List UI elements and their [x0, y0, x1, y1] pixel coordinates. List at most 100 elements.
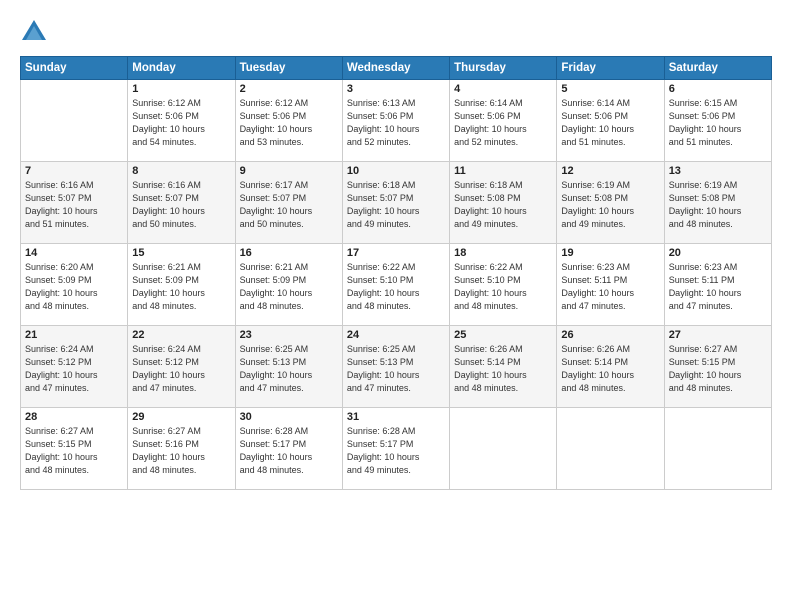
day-cell: 13 Sunrise: 6:19 AM Sunset: 5:08 PM Dayli… — [664, 162, 771, 244]
day-info: Sunrise: 6:23 AM Sunset: 5:11 PM Dayligh… — [561, 261, 659, 313]
day-info: Sunrise: 6:16 AM Sunset: 5:07 PM Dayligh… — [25, 179, 123, 231]
day-number: 1 — [132, 83, 230, 95]
day-info: Sunrise: 6:25 AM Sunset: 5:13 PM Dayligh… — [347, 343, 445, 395]
day-info: Sunrise: 6:22 AM Sunset: 5:10 PM Dayligh… — [347, 261, 445, 313]
day-info: Sunrise: 6:20 AM Sunset: 5:09 PM Dayligh… — [25, 261, 123, 313]
day-info: Sunrise: 6:27 AM Sunset: 5:16 PM Dayligh… — [132, 425, 230, 477]
day-number: 21 — [25, 329, 123, 341]
day-number: 19 — [561, 247, 659, 259]
col-header-monday: Monday — [128, 57, 235, 80]
day-info: Sunrise: 6:22 AM Sunset: 5:10 PM Dayligh… — [454, 261, 552, 313]
day-number: 12 — [561, 165, 659, 177]
day-info: Sunrise: 6:19 AM Sunset: 5:08 PM Dayligh… — [561, 179, 659, 231]
col-header-friday: Friday — [557, 57, 664, 80]
day-cell — [21, 80, 128, 162]
day-number: 23 — [240, 329, 338, 341]
day-cell — [450, 408, 557, 490]
day-number: 27 — [669, 329, 767, 341]
day-cell: 7 Sunrise: 6:16 AM Sunset: 5:07 PM Daylig… — [21, 162, 128, 244]
day-cell: 16 Sunrise: 6:21 AM Sunset: 5:09 PM Dayli… — [235, 244, 342, 326]
day-cell: 2Sunrise: 6:12 AM Sunset: 5:06 PM Daylig… — [235, 80, 342, 162]
day-cell: 4 Sunrise: 6:14 AM Sunset: 5:06 PM Daylig… — [450, 80, 557, 162]
header-row: SundayMondayTuesdayWednesdayThursdayFrid… — [21, 57, 772, 80]
day-cell: 27 Sunrise: 6:27 AM Sunset: 5:15 PM Dayli… — [664, 326, 771, 408]
day-info: Sunrise: 6:12 AM Sunset: 5:06 PM Dayligh… — [132, 97, 230, 149]
day-number: 10 — [347, 165, 445, 177]
day-number: 8 — [132, 165, 230, 177]
day-info: Sunrise: 6:15 AM Sunset: 5:06 PM Dayligh… — [669, 97, 767, 149]
day-info: Sunrise: 6:21 AM Sunset: 5:09 PM Dayligh… — [132, 261, 230, 313]
day-cell — [557, 408, 664, 490]
day-number: 4 — [454, 83, 552, 95]
day-cell: 31 Sunrise: 6:28 AM Sunset: 5:17 PM Dayli… — [342, 408, 449, 490]
day-info: Sunrise: 6:17 AM Sunset: 5:07 PM Dayligh… — [240, 179, 338, 231]
header — [20, 18, 772, 46]
week-row-1: 1 Sunrise: 6:12 AM Sunset: 5:06 PM Daylig… — [21, 80, 772, 162]
week-row-5: 28 Sunrise: 6:27 AM Sunset: 5:15 PM Dayli… — [21, 408, 772, 490]
calendar-page: SundayMondayTuesdayWednesdayThursdayFrid… — [0, 0, 792, 612]
day-cell: 24 Sunrise: 6:25 AM Sunset: 5:13 PM Dayli… — [342, 326, 449, 408]
col-header-saturday: Saturday — [664, 57, 771, 80]
day-info: Sunrise: 6:13 AM Sunset: 5:06 PM Dayligh… — [347, 97, 445, 149]
day-number: 9 — [240, 165, 338, 177]
day-cell: 11Sunrise: 6:18 AM Sunset: 5:08 PM Dayli… — [450, 162, 557, 244]
day-number: 20 — [669, 247, 767, 259]
day-cell: 22 Sunrise: 6:24 AM Sunset: 5:12 PM Dayli… — [128, 326, 235, 408]
day-cell — [664, 408, 771, 490]
day-number: 30 — [240, 411, 338, 423]
day-cell: 28 Sunrise: 6:27 AM Sunset: 5:15 PM Dayli… — [21, 408, 128, 490]
day-cell: 3 Sunrise: 6:13 AM Sunset: 5:06 PM Daylig… — [342, 80, 449, 162]
day-number: 7 — [25, 165, 123, 177]
calendar-table: SundayMondayTuesdayWednesdayThursdayFrid… — [20, 56, 772, 490]
day-info: Sunrise: 6:27 AM Sunset: 5:15 PM Dayligh… — [669, 343, 767, 395]
day-cell: 6 Sunrise: 6:15 AM Sunset: 5:06 PM Daylig… — [664, 80, 771, 162]
day-info: Sunrise: 6:24 AM Sunset: 5:12 PM Dayligh… — [132, 343, 230, 395]
day-cell: 19 Sunrise: 6:23 AM Sunset: 5:11 PM Dayli… — [557, 244, 664, 326]
day-number: 14 — [25, 247, 123, 259]
day-cell: 18Sunrise: 6:22 AM Sunset: 5:10 PM Dayli… — [450, 244, 557, 326]
day-info: Sunrise: 6:12 AM Sunset: 5:06 PM Dayligh… — [240, 97, 338, 149]
col-header-sunday: Sunday — [21, 57, 128, 80]
day-cell: 26 Sunrise: 6:26 AM Sunset: 5:14 PM Dayli… — [557, 326, 664, 408]
day-info: Sunrise: 6:18 AM Sunset: 5:08 PM Dayligh… — [454, 179, 552, 231]
day-cell: 8 Sunrise: 6:16 AM Sunset: 5:07 PM Daylig… — [128, 162, 235, 244]
day-info: Sunrise: 6:27 AM Sunset: 5:15 PM Dayligh… — [25, 425, 123, 477]
day-number: 24 — [347, 329, 445, 341]
day-info: Sunrise: 6:28 AM Sunset: 5:17 PM Dayligh… — [347, 425, 445, 477]
day-info: Sunrise: 6:19 AM Sunset: 5:08 PM Dayligh… — [669, 179, 767, 231]
week-row-2: 7 Sunrise: 6:16 AM Sunset: 5:07 PM Daylig… — [21, 162, 772, 244]
day-cell: 17Sunrise: 6:22 AM Sunset: 5:10 PM Dayli… — [342, 244, 449, 326]
day-cell: 9 Sunrise: 6:17 AM Sunset: 5:07 PM Daylig… — [235, 162, 342, 244]
logo-icon — [20, 18, 48, 46]
day-number: 25 — [454, 329, 552, 341]
day-number: 28 — [25, 411, 123, 423]
day-cell: 5Sunrise: 6:14 AM Sunset: 5:06 PM Daylig… — [557, 80, 664, 162]
day-cell: 15Sunrise: 6:21 AM Sunset: 5:09 PM Dayli… — [128, 244, 235, 326]
day-info: Sunrise: 6:26 AM Sunset: 5:14 PM Dayligh… — [454, 343, 552, 395]
day-cell: 1 Sunrise: 6:12 AM Sunset: 5:06 PM Daylig… — [128, 80, 235, 162]
logo — [20, 18, 52, 46]
day-number: 31 — [347, 411, 445, 423]
day-number: 3 — [347, 83, 445, 95]
day-number: 6 — [669, 83, 767, 95]
day-info: Sunrise: 6:14 AM Sunset: 5:06 PM Dayligh… — [454, 97, 552, 149]
day-info: Sunrise: 6:26 AM Sunset: 5:14 PM Dayligh… — [561, 343, 659, 395]
day-number: 29 — [132, 411, 230, 423]
day-number: 5 — [561, 83, 659, 95]
day-cell: 21 Sunrise: 6:24 AM Sunset: 5:12 PM Dayli… — [21, 326, 128, 408]
week-row-4: 21 Sunrise: 6:24 AM Sunset: 5:12 PM Dayli… — [21, 326, 772, 408]
day-number: 13 — [669, 165, 767, 177]
day-info: Sunrise: 6:16 AM Sunset: 5:07 PM Dayligh… — [132, 179, 230, 231]
day-info: Sunrise: 6:28 AM Sunset: 5:17 PM Dayligh… — [240, 425, 338, 477]
day-info: Sunrise: 6:21 AM Sunset: 5:09 PM Dayligh… — [240, 261, 338, 313]
day-cell: 25 Sunrise: 6:26 AM Sunset: 5:14 PM Dayli… — [450, 326, 557, 408]
day-number: 26 — [561, 329, 659, 341]
week-row-3: 14 Sunrise: 6:20 AM Sunset: 5:09 PM Dayli… — [21, 244, 772, 326]
day-info: Sunrise: 6:24 AM Sunset: 5:12 PM Dayligh… — [25, 343, 123, 395]
col-header-tuesday: Tuesday — [235, 57, 342, 80]
day-info: Sunrise: 6:23 AM Sunset: 5:11 PM Dayligh… — [669, 261, 767, 313]
day-number: 16 — [240, 247, 338, 259]
day-number: 22 — [132, 329, 230, 341]
day-info: Sunrise: 6:18 AM Sunset: 5:07 PM Dayligh… — [347, 179, 445, 231]
day-cell: 29 Sunrise: 6:27 AM Sunset: 5:16 PM Dayli… — [128, 408, 235, 490]
